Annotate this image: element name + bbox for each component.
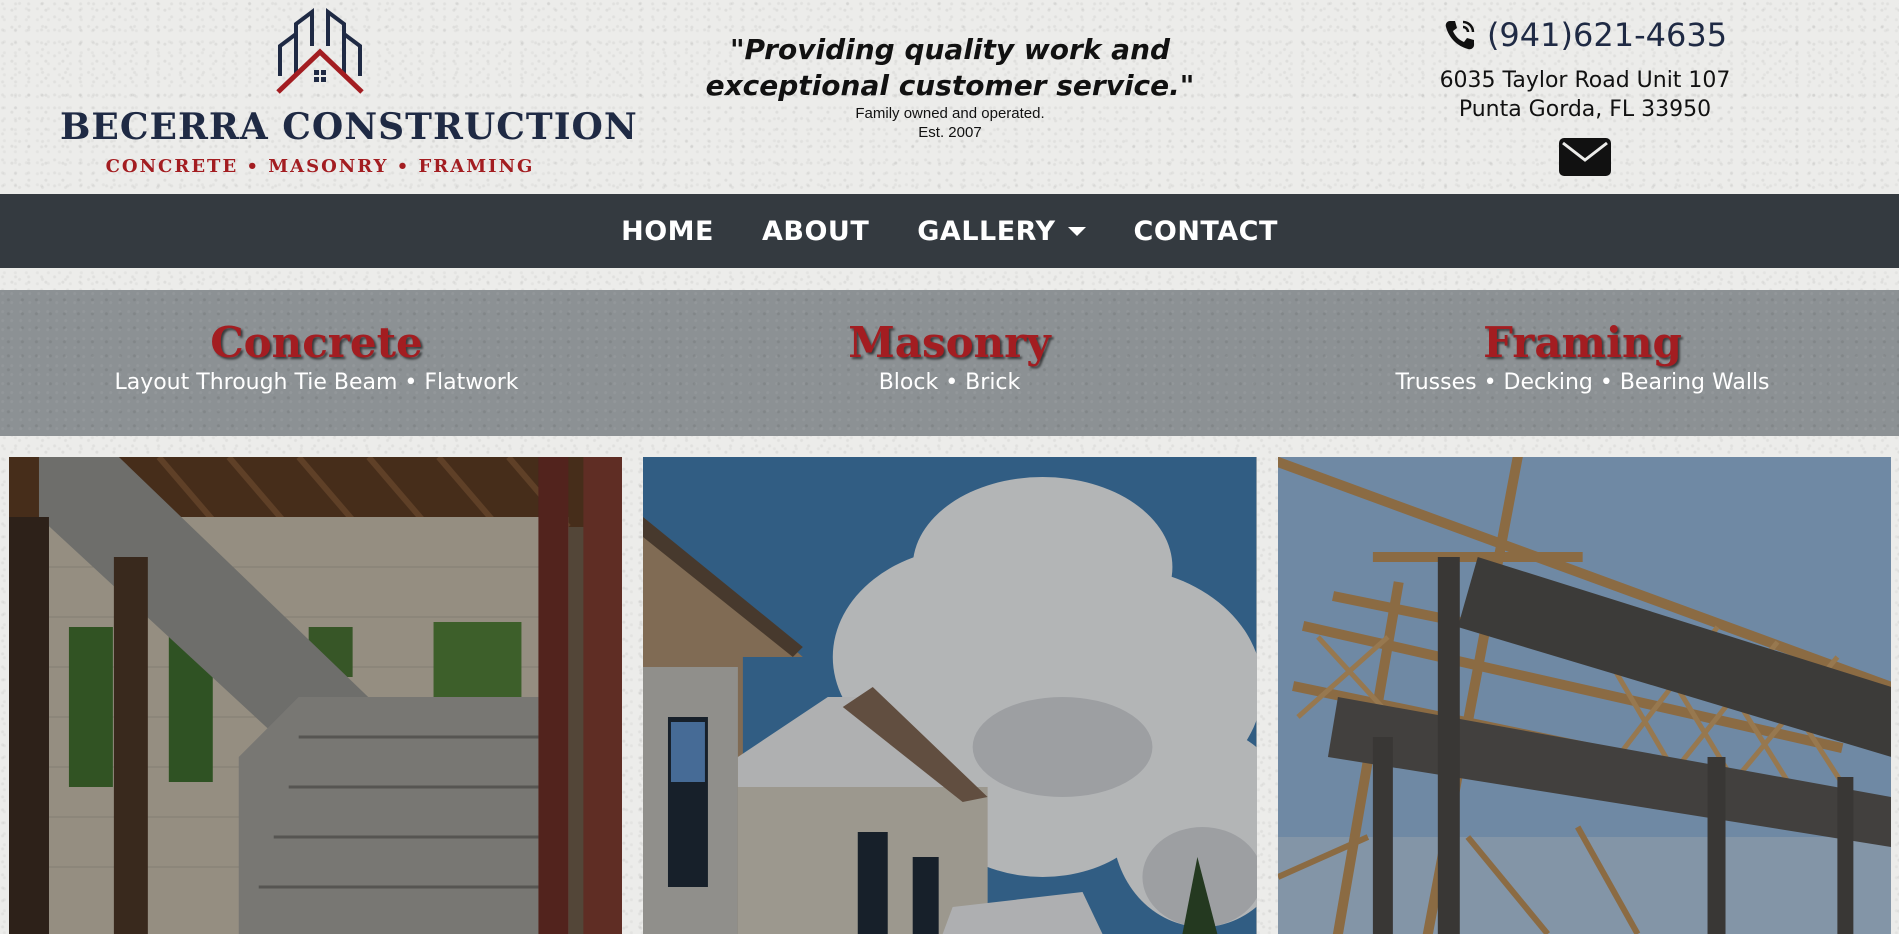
nav-gallery-dropdown[interactable]: GALLERY: [917, 215, 1086, 247]
service-subtitle: Trusses • Decking • Bearing Walls: [1395, 370, 1770, 395]
slogan-family-owned: Family owned and operated.: [855, 105, 1045, 122]
photo-masonry-houses[interactable]: [643, 457, 1257, 934]
slogan-established: Est. 2007: [918, 124, 982, 141]
brand-logo[interactable]: BECERRA CONSTRUCTION CONCRETE • MASONRY …: [60, 6, 638, 186]
service-title: Concrete: [210, 318, 423, 367]
photo-gallery: [9, 457, 1891, 934]
site-header: BECERRA CONSTRUCTION CONCRETE • MASONRY …: [0, 0, 1899, 194]
nav-home[interactable]: HOME: [621, 216, 714, 247]
service-concrete: Concrete Layout Through Tie Beam • Flatw…: [0, 290, 633, 436]
house-building-logo-icon: [276, 8, 364, 94]
service-title: Framing: [1483, 318, 1682, 367]
slogan-block: "Providing quality work and exceptional …: [660, 32, 1240, 142]
service-subtitle: Layout Through Tie Beam • Flatwork: [114, 370, 519, 395]
nav-contact[interactable]: CONTACT: [1134, 216, 1278, 247]
main-nav: HOME ABOUT GALLERY CONTACT: [0, 194, 1899, 268]
slogan-quote: "Providing quality work and exceptional …: [705, 33, 1195, 102]
photo-concrete-stairs[interactable]: [9, 457, 623, 934]
service-framing: Framing Trusses • Decking • Bearing Wall…: [1266, 290, 1899, 436]
nav-about[interactable]: ABOUT: [762, 216, 869, 247]
envelope-icon[interactable]: [1559, 138, 1611, 176]
phone-number: (941)621-4635: [1486, 16, 1728, 54]
service-title: Masonry: [848, 318, 1051, 367]
address-line-1: 6035 Taylor Road Unit 107: [1439, 68, 1731, 93]
service-subtitle: Block • Brick: [878, 370, 1021, 395]
photo-framing-trusses[interactable]: [1277, 457, 1891, 934]
nav-gallery-label: GALLERY: [917, 215, 1056, 247]
services-band: Concrete Layout Through Tie Beam • Flatw…: [0, 290, 1899, 436]
caret-down-icon: [1067, 226, 1086, 236]
brand-tagline: CONCRETE • MASONRY • FRAMING: [105, 156, 535, 177]
phone-link[interactable]: (941)621-4635: [1380, 14, 1790, 56]
address-line-2: Punta Gorda, FL 33950: [1458, 97, 1712, 122]
phone-icon: [1445, 20, 1475, 50]
brand-name: BECERRA CONSTRUCTION: [60, 106, 638, 148]
contact-block: (941)621-4635 6035 Taylor Road Unit 107 …: [1380, 14, 1790, 176]
service-masonry: Masonry Block • Brick: [633, 290, 1266, 436]
